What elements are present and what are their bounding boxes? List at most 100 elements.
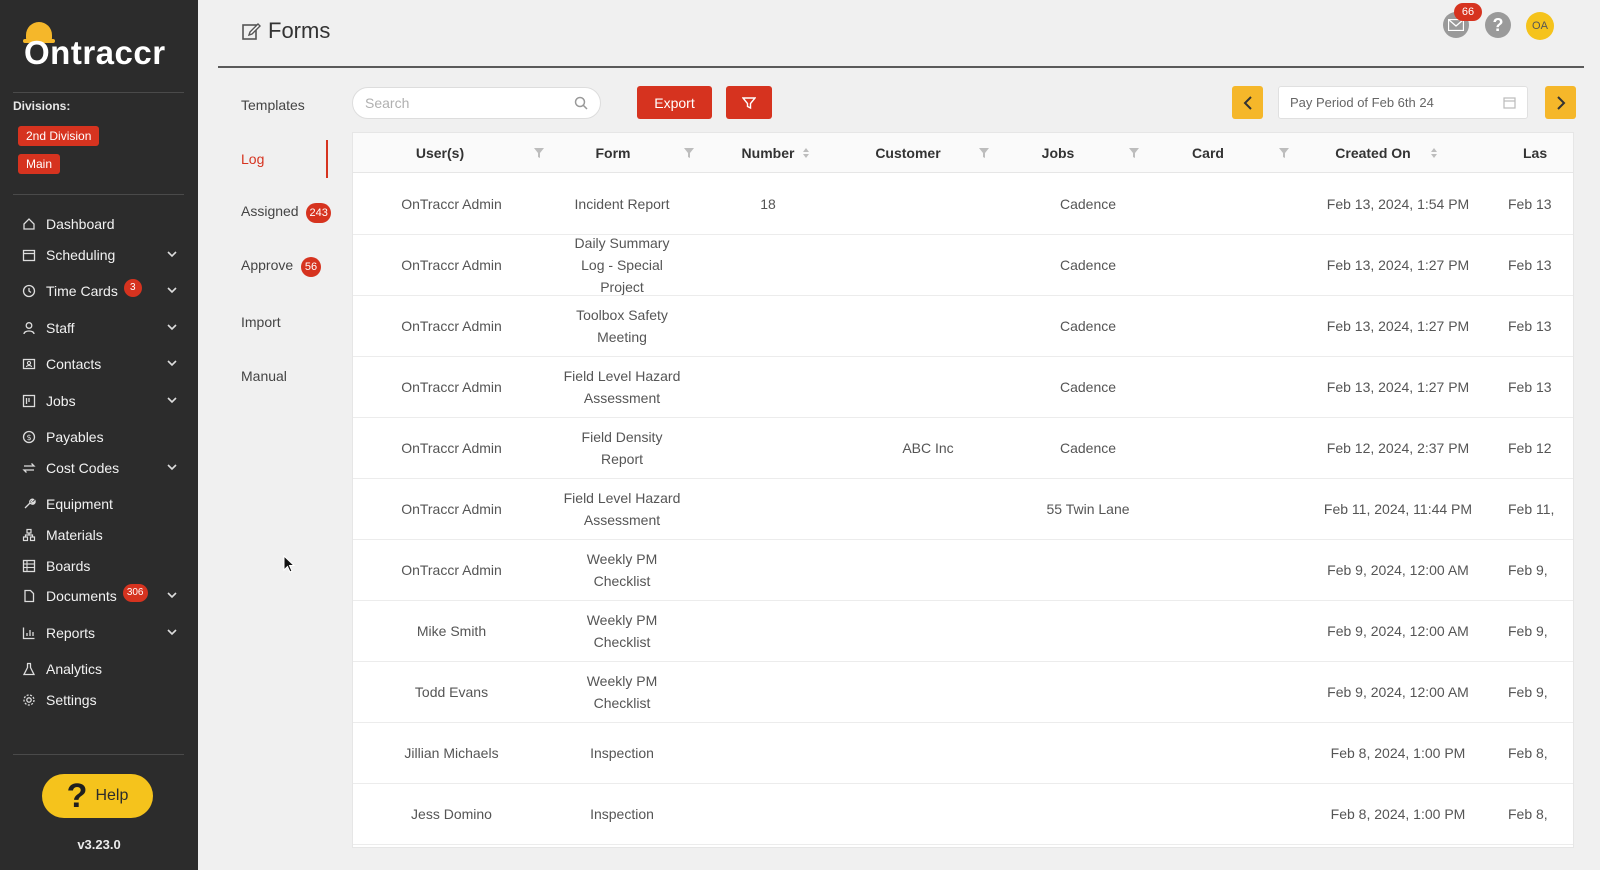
chevron-down-icon[interactable]	[166, 394, 178, 406]
cell-jobs: Cadence	[1059, 257, 1117, 273]
division-chip-2nd-division[interactable]: 2nd Division	[18, 126, 100, 146]
column-header-jobs[interactable]: Jobs	[1008, 133, 1108, 173]
chevron-down-icon[interactable]	[166, 321, 178, 333]
cell-form: Field Density Report	[581, 429, 663, 467]
sidebar-item-materials[interactable]: Materials	[0, 521, 198, 549]
column-filter-icon[interactable]	[978, 146, 990, 160]
table-row[interactable]: Jess Domino Inspection Feb 8, 2024, 1:00 P…	[353, 784, 1573, 845]
division-chip-main[interactable]: Main	[18, 154, 61, 174]
cell-number	[718, 723, 818, 783]
cell-last: Feb 12	[1508, 440, 1552, 456]
sidebar-item-documents[interactable]: Documents 306	[0, 582, 198, 610]
sidebar-item-reports[interactable]: Reports	[0, 619, 198, 647]
table-row[interactable]: OnTraccr Admin Incident Report 18 Cadence Fe…	[353, 174, 1573, 235]
search-icon[interactable]	[574, 96, 588, 110]
table-row[interactable]: Jillian Michaels Inspection Feb 8, 2024, 1…	[353, 723, 1573, 784]
subnav-label: Approve	[241, 257, 294, 273]
sidebar-item-contacts[interactable]: Contacts	[0, 350, 198, 378]
table-row[interactable]: OnTraccr Admin Field Level Hazard Assessm…	[353, 357, 1573, 418]
sidebar-item-boards[interactable]: Boards	[0, 552, 198, 580]
app-logo[interactable]: Ontraccr	[23, 22, 174, 71]
sidebar-item-label: Materials	[46, 527, 103, 543]
cell-form: Field Level Hazard Assessment	[563, 490, 681, 528]
subnav-assigned[interactable]: Assigned 243	[241, 203, 331, 223]
help-button[interactable]: ? Help	[42, 774, 153, 818]
subnav-label: Import	[241, 314, 281, 330]
cell-user: OnTraccr Admin	[401, 318, 502, 334]
table-row[interactable]: Todd Evans Weekly PM Checklist Feb 9, 2024…	[353, 662, 1573, 723]
sidebar-item-label: Time Cards	[46, 283, 118, 299]
pay-period-picker[interactable]: Pay Period of Feb 6th 24	[1278, 86, 1528, 119]
search-input[interactable]	[365, 95, 574, 111]
export-button[interactable]: Export	[637, 86, 712, 119]
cell-last: Feb 8,	[1508, 806, 1548, 822]
sidebar-item-staff[interactable]: Staff	[0, 314, 198, 342]
table-row[interactable]: OnTraccr Admin Toolbox Safety Meeting Cade…	[353, 296, 1573, 357]
subnav-approve[interactable]: Approve 56	[241, 257, 322, 277]
sidebar-item-analytics[interactable]: Analytics	[0, 655, 198, 683]
sidebar-item-label: Settings	[46, 692, 97, 708]
cell-last: Feb 13	[1508, 257, 1552, 273]
cell-jobs: Cadence	[1059, 440, 1117, 456]
subnav-import[interactable]: Import	[241, 314, 281, 330]
cell-number	[718, 235, 818, 295]
table-header: User(s) Form Number Customer Jobs Card C…	[353, 133, 1573, 173]
cell-jobs: Cadence	[1059, 318, 1117, 334]
column-header-form[interactable]: Form	[563, 133, 663, 173]
cell-card	[1173, 784, 1293, 844]
column-header-card[interactable]: Card	[1158, 133, 1258, 173]
chevron-down-icon[interactable]	[166, 626, 178, 638]
cell-customer: ABC Inc	[902, 440, 954, 456]
cell-last: Feb 13	[1508, 379, 1552, 395]
sidebar-item-equipment[interactable]: Equipment	[0, 490, 198, 518]
next-period-button[interactable]	[1545, 86, 1576, 119]
sidebar-item-dashboard[interactable]: Dashboard	[0, 210, 198, 238]
column-header-last[interactable]: Las	[1523, 133, 1573, 173]
cell-user: OnTraccr Admin	[401, 562, 502, 578]
column-header-created-on[interactable]: Created On	[1313, 133, 1433, 173]
chevron-down-icon[interactable]	[166, 589, 178, 601]
sidebar-item-label: Analytics	[46, 661, 103, 677]
calendar-icon	[1503, 97, 1516, 109]
user-avatar[interactable]: OA	[1526, 12, 1554, 40]
sidebar-item-settings[interactable]: Settings	[0, 686, 198, 714]
column-filter-icon[interactable]	[683, 146, 695, 160]
cell-jobs	[1008, 540, 1168, 600]
table-row[interactable]: OnTraccr Admin Field Density Report ABC In…	[353, 418, 1573, 479]
previous-period-button[interactable]	[1232, 86, 1263, 119]
sidebar-item-payables[interactable]: $ Payables	[0, 423, 198, 451]
sort-icon[interactable]	[1428, 146, 1440, 160]
cell-user: Jess Domino	[411, 806, 492, 822]
sidebar-item-jobs[interactable]: Jobs	[0, 387, 198, 415]
sidebar-item-time-cards[interactable]: Time Cards 3	[0, 277, 198, 305]
sort-icon[interactable]	[800, 146, 812, 160]
cell-form: Weekly PM Checklist	[586, 612, 658, 650]
chevron-down-icon[interactable]	[166, 284, 178, 296]
column-header-customer[interactable]: Customer	[858, 133, 958, 173]
column-header-users[interactable]: User(s)	[353, 133, 527, 173]
table-row[interactable]: OnTraccr Admin Weekly PM Checklist Feb 9, …	[353, 540, 1573, 601]
sidebar-item-cost-codes[interactable]: Cost Codes	[0, 454, 198, 482]
subnav-log[interactable]: Log	[241, 151, 264, 167]
column-filter-icon[interactable]	[1278, 146, 1290, 160]
filter-button[interactable]	[726, 86, 772, 119]
column-filter-icon[interactable]	[1128, 146, 1140, 160]
sidebar-item-label: Boards	[46, 558, 91, 574]
table-row[interactable]: OnTraccr Admin Field Level Hazard Assessm…	[353, 479, 1573, 540]
version-label: v3.23.0	[77, 837, 121, 852]
sidebar-item-label: Scheduling	[46, 247, 116, 263]
subnav-manual[interactable]: Manual	[241, 368, 287, 384]
table-row[interactable]: OnTraccr Admin Daily Summary Log - Specia…	[353, 235, 1573, 296]
subnav-templates[interactable]: Templates	[241, 97, 305, 113]
sidebar-item-scheduling[interactable]: Scheduling	[0, 241, 198, 269]
chevron-down-icon[interactable]	[166, 461, 178, 473]
help-circle-button[interactable]: ?	[1485, 12, 1511, 38]
table-row[interactable]: Mike Smith Weekly PM Checklist Feb 9, 2024…	[353, 601, 1573, 662]
cell-customer	[863, 662, 993, 722]
chevron-down-icon[interactable]	[166, 357, 178, 369]
chevron-down-icon[interactable]	[166, 248, 178, 260]
cell-number	[718, 296, 818, 356]
cell-jobs: Cadence	[1059, 379, 1117, 395]
column-filter-icon[interactable]	[533, 146, 545, 160]
cell-card	[1173, 662, 1293, 722]
